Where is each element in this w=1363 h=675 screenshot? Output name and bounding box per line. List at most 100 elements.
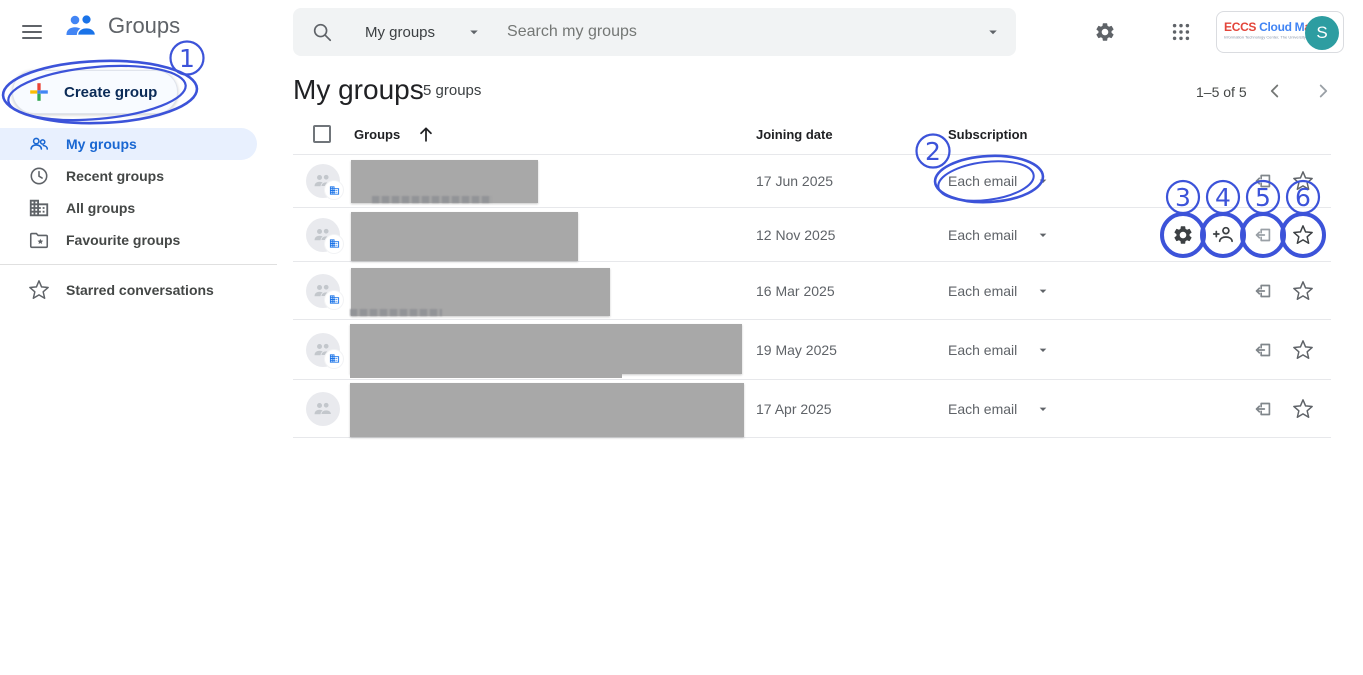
exit-icon (1252, 224, 1274, 246)
sidebar-item-label: Favourite groups (66, 232, 180, 248)
redacted-group-name (350, 324, 742, 374)
exit-icon (1252, 170, 1274, 192)
redacted-group-name (350, 383, 744, 437)
exit-icon (1252, 280, 1274, 302)
group-settings-button[interactable] (1165, 217, 1201, 253)
leave-group-button[interactable] (1245, 273, 1281, 309)
sidebar-item-label: My groups (66, 136, 137, 152)
star-group-button[interactable] (1285, 217, 1321, 253)
group-count: 5 groups (423, 82, 481, 99)
redacted-group-name (350, 371, 622, 378)
pagination-range: 1–5 of 5 (1196, 84, 1247, 100)
subscription-value: Each email (948, 227, 1017, 243)
person-add-icon (1212, 223, 1235, 246)
sidebar-item-my-groups[interactable]: My groups (0, 128, 257, 160)
main-content: My groups 5 groups 1–5 of 5 Groups Joini… (293, 0, 1353, 675)
subscription-value: Each email (948, 342, 1017, 358)
subscription-dropdown[interactable]: Each email (948, 401, 1051, 417)
sort-ascending-arrow-icon[interactable] (415, 123, 437, 145)
subscription-dropdown[interactable]: Each email (948, 342, 1051, 358)
redacted-text-peek (372, 196, 492, 203)
joining-date: 12 Nov 2025 (756, 227, 835, 243)
table-row[interactable]: 16 Mar 2025 Each email (293, 262, 1331, 320)
group-avatar (306, 218, 340, 252)
sidebar-item-starred-conversations[interactable]: Starred conversations (0, 274, 257, 306)
previous-page-button[interactable] (1255, 71, 1295, 111)
create-group-label: Create group (64, 84, 157, 101)
column-header-joining-date: Joining date (756, 127, 833, 142)
star-group-button[interactable] (1285, 163, 1321, 199)
star-group-button[interactable] (1285, 273, 1321, 309)
sidebar-item-label: Recent groups (66, 168, 164, 184)
redacted-group-name (351, 212, 578, 261)
exit-icon (1252, 339, 1274, 361)
app-name: Groups (108, 13, 180, 39)
table-row[interactable]: 19 May 2025 Each email (293, 320, 1331, 380)
organization-badge-icon (325, 235, 343, 253)
star-icon (28, 279, 50, 301)
page-title: My groups (293, 74, 424, 106)
chevron-down-icon (1035, 283, 1051, 299)
add-members-button[interactable] (1205, 217, 1241, 253)
subscription-dropdown[interactable]: Each email (948, 173, 1051, 189)
joining-date: 17 Jun 2025 (756, 173, 833, 189)
star-icon (1292, 280, 1314, 302)
sidebar-item-label: Starred conversations (66, 282, 214, 298)
star-group-button[interactable] (1285, 332, 1321, 368)
group-avatar (306, 164, 340, 198)
chevron-down-icon (1035, 173, 1051, 189)
star-icon (1292, 224, 1314, 246)
sidebar-item-recent-groups[interactable]: Recent groups (0, 160, 257, 192)
sidebar-item-all-groups[interactable]: All groups (0, 192, 257, 224)
exit-icon (1252, 398, 1274, 420)
people-icon (28, 133, 50, 155)
leave-group-button[interactable] (1245, 332, 1281, 368)
table-header: Groups Joining date Subscription (293, 115, 1331, 155)
clock-icon (28, 165, 50, 187)
folder-star-icon (28, 229, 50, 251)
sidebar-item-label: All groups (66, 200, 135, 216)
table-row[interactable]: 17 Apr 2025 Each email (293, 380, 1331, 438)
group-avatar (306, 274, 340, 308)
table-row[interactable]: 12 Nov 2025 Each email (293, 208, 1331, 262)
groups-logo-icon (62, 13, 100, 39)
sidebar: Create group My groups Recent groups All… (0, 64, 277, 675)
create-group-button[interactable]: Create group (12, 70, 178, 114)
group-avatar (306, 333, 340, 367)
redacted-text-peek (350, 309, 442, 316)
table-row[interactable]: 17 Jun 2025 Each email (293, 155, 1331, 208)
organization-badge-icon (325, 291, 343, 309)
subscription-dropdown[interactable]: Each email (948, 227, 1051, 243)
leave-group-button[interactable] (1245, 163, 1281, 199)
organization-badge-icon (325, 181, 343, 199)
star-icon (1292, 339, 1314, 361)
google-plus-icon (28, 81, 50, 103)
menu-icon[interactable] (18, 18, 46, 46)
chevron-down-icon (1035, 227, 1051, 243)
app-logo: Groups (62, 13, 180, 39)
subscription-value: Each email (948, 283, 1017, 299)
subscription-value: Each email (948, 173, 1017, 189)
joining-date: 17 Apr 2025 (756, 401, 832, 417)
chevron-down-icon (1035, 342, 1051, 358)
sidebar-item-favourite-groups[interactable]: Favourite groups (0, 224, 257, 256)
subscription-dropdown[interactable]: Each email (948, 283, 1051, 299)
star-icon (1292, 170, 1314, 192)
column-header-subscription: Subscription (948, 127, 1027, 142)
group-avatar (306, 392, 340, 426)
joining-date: 16 Mar 2025 (756, 283, 835, 299)
leave-group-button[interactable] (1245, 391, 1281, 427)
gear-icon (1172, 224, 1194, 246)
subscription-value: Each email (948, 401, 1017, 417)
next-page-button[interactable] (1303, 71, 1343, 111)
organization-badge-icon (325, 350, 343, 368)
star-group-button[interactable] (1285, 391, 1321, 427)
column-header-groups[interactable]: Groups (354, 127, 400, 142)
sidebar-divider (0, 264, 277, 265)
star-icon (1292, 398, 1314, 420)
select-all-checkbox[interactable] (313, 125, 331, 143)
building-icon (28, 197, 50, 219)
people-icon (312, 401, 334, 417)
leave-group-button[interactable] (1245, 217, 1281, 253)
chevron-left-icon (1264, 80, 1286, 102)
